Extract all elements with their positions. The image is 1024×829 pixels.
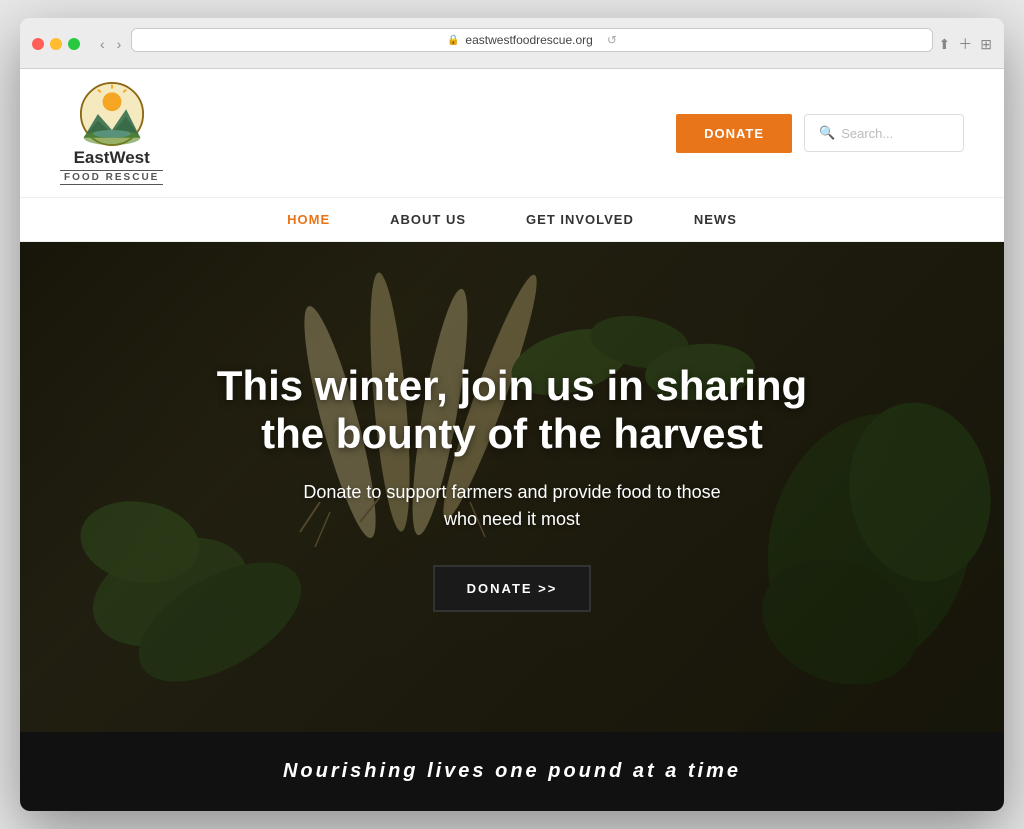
search-placeholder: Search...: [841, 126, 893, 141]
fullscreen-button[interactable]: [68, 38, 80, 50]
logo-icon: [79, 81, 145, 147]
url-text: eastwestfoodrescue.org: [465, 33, 592, 47]
reload-icon[interactable]: ↺: [607, 33, 617, 47]
back-button[interactable]: ‹: [96, 34, 109, 54]
hero-content: This winter, join us in sharing the boun…: [20, 242, 1004, 732]
browser-chrome: ‹ › 🔒 eastwestfoodrescue.org ↺ ⬆ ＋ ⊞: [20, 18, 1004, 69]
new-tab-icon[interactable]: ＋: [958, 34, 972, 54]
nav-item-about[interactable]: ABOUT US: [390, 212, 466, 227]
site-nav: HOME ABOUT US GET INVOLVED NEWS: [20, 198, 1004, 242]
logo-text: EastWest FOOD RESCUE: [60, 149, 163, 185]
tagline: Nourishing lives one pound at a time: [283, 760, 741, 782]
address-bar[interactable]: 🔒 eastwestfoodrescue.org ↺: [131, 28, 932, 52]
nav-item-news[interactable]: NEWS: [694, 212, 737, 227]
close-button[interactable]: [32, 38, 44, 50]
site-header: EastWest FOOD RESCUE DONATE 🔍 Search...: [20, 69, 1004, 198]
nav-item-home[interactable]: HOME: [287, 212, 330, 227]
hero-title: This winter, join us in sharing the boun…: [187, 362, 837, 459]
hero-subtitle: Donate to support farmers and provide fo…: [292, 479, 732, 533]
forward-button[interactable]: ›: [113, 34, 126, 54]
browser-window: ‹ › 🔒 eastwestfoodrescue.org ↺ ⬆ ＋ ⊞: [20, 18, 1004, 811]
logo[interactable]: EastWest FOOD RESCUE: [60, 81, 163, 185]
hero-section: This winter, join us in sharing the boun…: [20, 242, 1004, 732]
bottom-banner: Nourishing lives one pound at a time: [20, 732, 1004, 811]
donate-button-header[interactable]: DONATE: [676, 114, 792, 153]
minimize-button[interactable]: [50, 38, 62, 50]
share-icon[interactable]: ⬆: [939, 36, 951, 53]
security-icon: 🔒: [447, 35, 459, 46]
header-right: DONATE 🔍 Search...: [676, 114, 964, 153]
website-content: EastWest FOOD RESCUE DONATE 🔍 Search... …: [20, 69, 1004, 811]
search-box[interactable]: 🔍 Search...: [804, 114, 964, 152]
search-icon: 🔍: [819, 125, 835, 141]
nav-item-involved[interactable]: GET INVOLVED: [526, 212, 634, 227]
grid-icon[interactable]: ⊞: [980, 36, 992, 53]
donate-button-hero[interactable]: DONATE >>: [433, 565, 592, 612]
